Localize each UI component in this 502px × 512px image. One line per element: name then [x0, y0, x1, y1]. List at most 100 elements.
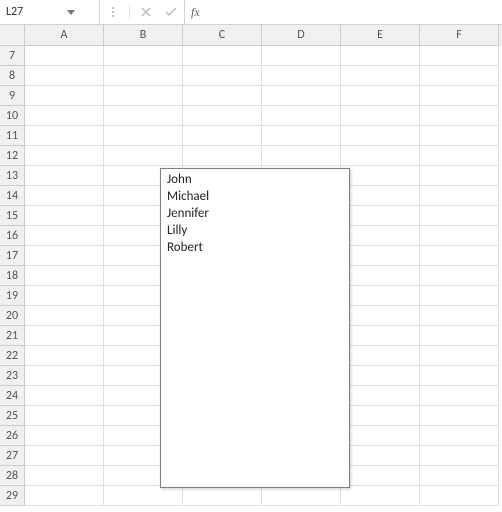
cell[interactable]: [25, 46, 104, 66]
cell[interactable]: [341, 306, 420, 326]
row-header[interactable]: 11: [0, 126, 25, 146]
cell[interactable]: [420, 366, 499, 386]
cell[interactable]: [25, 286, 104, 306]
cell[interactable]: [341, 346, 420, 366]
cell[interactable]: [25, 306, 104, 326]
col-header[interactable]: E: [341, 25, 420, 46]
cell[interactable]: [341, 206, 420, 226]
cell[interactable]: [25, 326, 104, 346]
cell[interactable]: [25, 346, 104, 366]
row-header[interactable]: 29: [0, 486, 25, 506]
row-header[interactable]: 14: [0, 186, 25, 206]
row-header[interactable]: 19: [0, 286, 25, 306]
row-header[interactable]: 28: [0, 466, 25, 486]
cell[interactable]: [341, 466, 420, 486]
cell[interactable]: [420, 346, 499, 366]
list-item[interactable]: Jennifer: [165, 205, 345, 222]
cell[interactable]: [262, 486, 341, 506]
cell[interactable]: [104, 486, 183, 506]
cell[interactable]: [420, 446, 499, 466]
row-header[interactable]: 18: [0, 266, 25, 286]
row-header[interactable]: 27: [0, 446, 25, 466]
cell[interactable]: [183, 146, 262, 166]
col-header[interactable]: F: [420, 25, 499, 46]
cell[interactable]: [25, 466, 104, 486]
row-header[interactable]: 23: [0, 366, 25, 386]
cell[interactable]: [183, 46, 262, 66]
cell[interactable]: [420, 266, 499, 286]
cell[interactable]: [420, 126, 499, 146]
cell[interactable]: [420, 426, 499, 446]
cell[interactable]: [341, 126, 420, 146]
cell[interactable]: [341, 66, 420, 86]
cell[interactable]: [420, 146, 499, 166]
cell[interactable]: [104, 46, 183, 66]
cell[interactable]: [104, 66, 183, 86]
cell[interactable]: [25, 146, 104, 166]
cell[interactable]: [262, 146, 341, 166]
more-icon[interactable]: [104, 3, 122, 21]
list-item[interactable]: Michael: [165, 188, 345, 205]
cell[interactable]: [420, 166, 499, 186]
cell[interactable]: [25, 126, 104, 146]
listbox[interactable]: John Michael Jennifer Lilly Robert: [160, 168, 350, 488]
row-header[interactable]: 7: [0, 46, 25, 66]
row-header[interactable]: 25: [0, 406, 25, 426]
name-box[interactable]: L27: [0, 0, 100, 24]
cell[interactable]: [341, 246, 420, 266]
cell[interactable]: [341, 366, 420, 386]
row-header[interactable]: 12: [0, 146, 25, 166]
row-header[interactable]: 8: [0, 66, 25, 86]
row-header[interactable]: 16: [0, 226, 25, 246]
row-header[interactable]: 13: [0, 166, 25, 186]
cell[interactable]: [341, 186, 420, 206]
cell[interactable]: [262, 66, 341, 86]
cell[interactable]: [420, 246, 499, 266]
cell[interactable]: [25, 226, 104, 246]
cell[interactable]: [420, 206, 499, 226]
cell[interactable]: [25, 426, 104, 446]
cell[interactable]: [341, 146, 420, 166]
cell[interactable]: [420, 326, 499, 346]
cell[interactable]: [104, 86, 183, 106]
col-header[interactable]: A: [25, 25, 104, 46]
cell[interactable]: [341, 386, 420, 406]
cell[interactable]: [262, 86, 341, 106]
cell[interactable]: [183, 86, 262, 106]
cell[interactable]: [25, 486, 104, 506]
row-header[interactable]: 10: [0, 106, 25, 126]
col-header[interactable]: B: [104, 25, 183, 46]
col-header[interactable]: C: [183, 25, 262, 46]
row-header[interactable]: 20: [0, 306, 25, 326]
list-item[interactable]: John: [165, 171, 345, 188]
cell[interactable]: [420, 466, 499, 486]
cell[interactable]: [420, 226, 499, 246]
cell[interactable]: [420, 46, 499, 66]
cell[interactable]: [420, 406, 499, 426]
row-header[interactable]: 21: [0, 326, 25, 346]
cell[interactable]: [183, 66, 262, 86]
cell[interactable]: [420, 306, 499, 326]
cell[interactable]: [420, 66, 499, 86]
cell[interactable]: [262, 106, 341, 126]
cell[interactable]: [420, 386, 499, 406]
cell[interactable]: [420, 286, 499, 306]
cell[interactable]: [341, 106, 420, 126]
cell[interactable]: [341, 446, 420, 466]
cell[interactable]: [420, 486, 499, 506]
cell[interactable]: [25, 406, 104, 426]
enter-icon[interactable]: [162, 3, 180, 21]
cell[interactable]: [183, 486, 262, 506]
cell[interactable]: [341, 426, 420, 446]
cell[interactable]: [25, 106, 104, 126]
cell[interactable]: [262, 126, 341, 146]
cell[interactable]: [25, 66, 104, 86]
cell[interactable]: [25, 86, 104, 106]
cell[interactable]: [104, 146, 183, 166]
row-header[interactable]: 17: [0, 246, 25, 266]
row-header[interactable]: 9: [0, 86, 25, 106]
cell[interactable]: [25, 186, 104, 206]
fx-label[interactable]: fx: [185, 0, 213, 24]
cell[interactable]: [25, 246, 104, 266]
row-header[interactable]: 15: [0, 206, 25, 226]
